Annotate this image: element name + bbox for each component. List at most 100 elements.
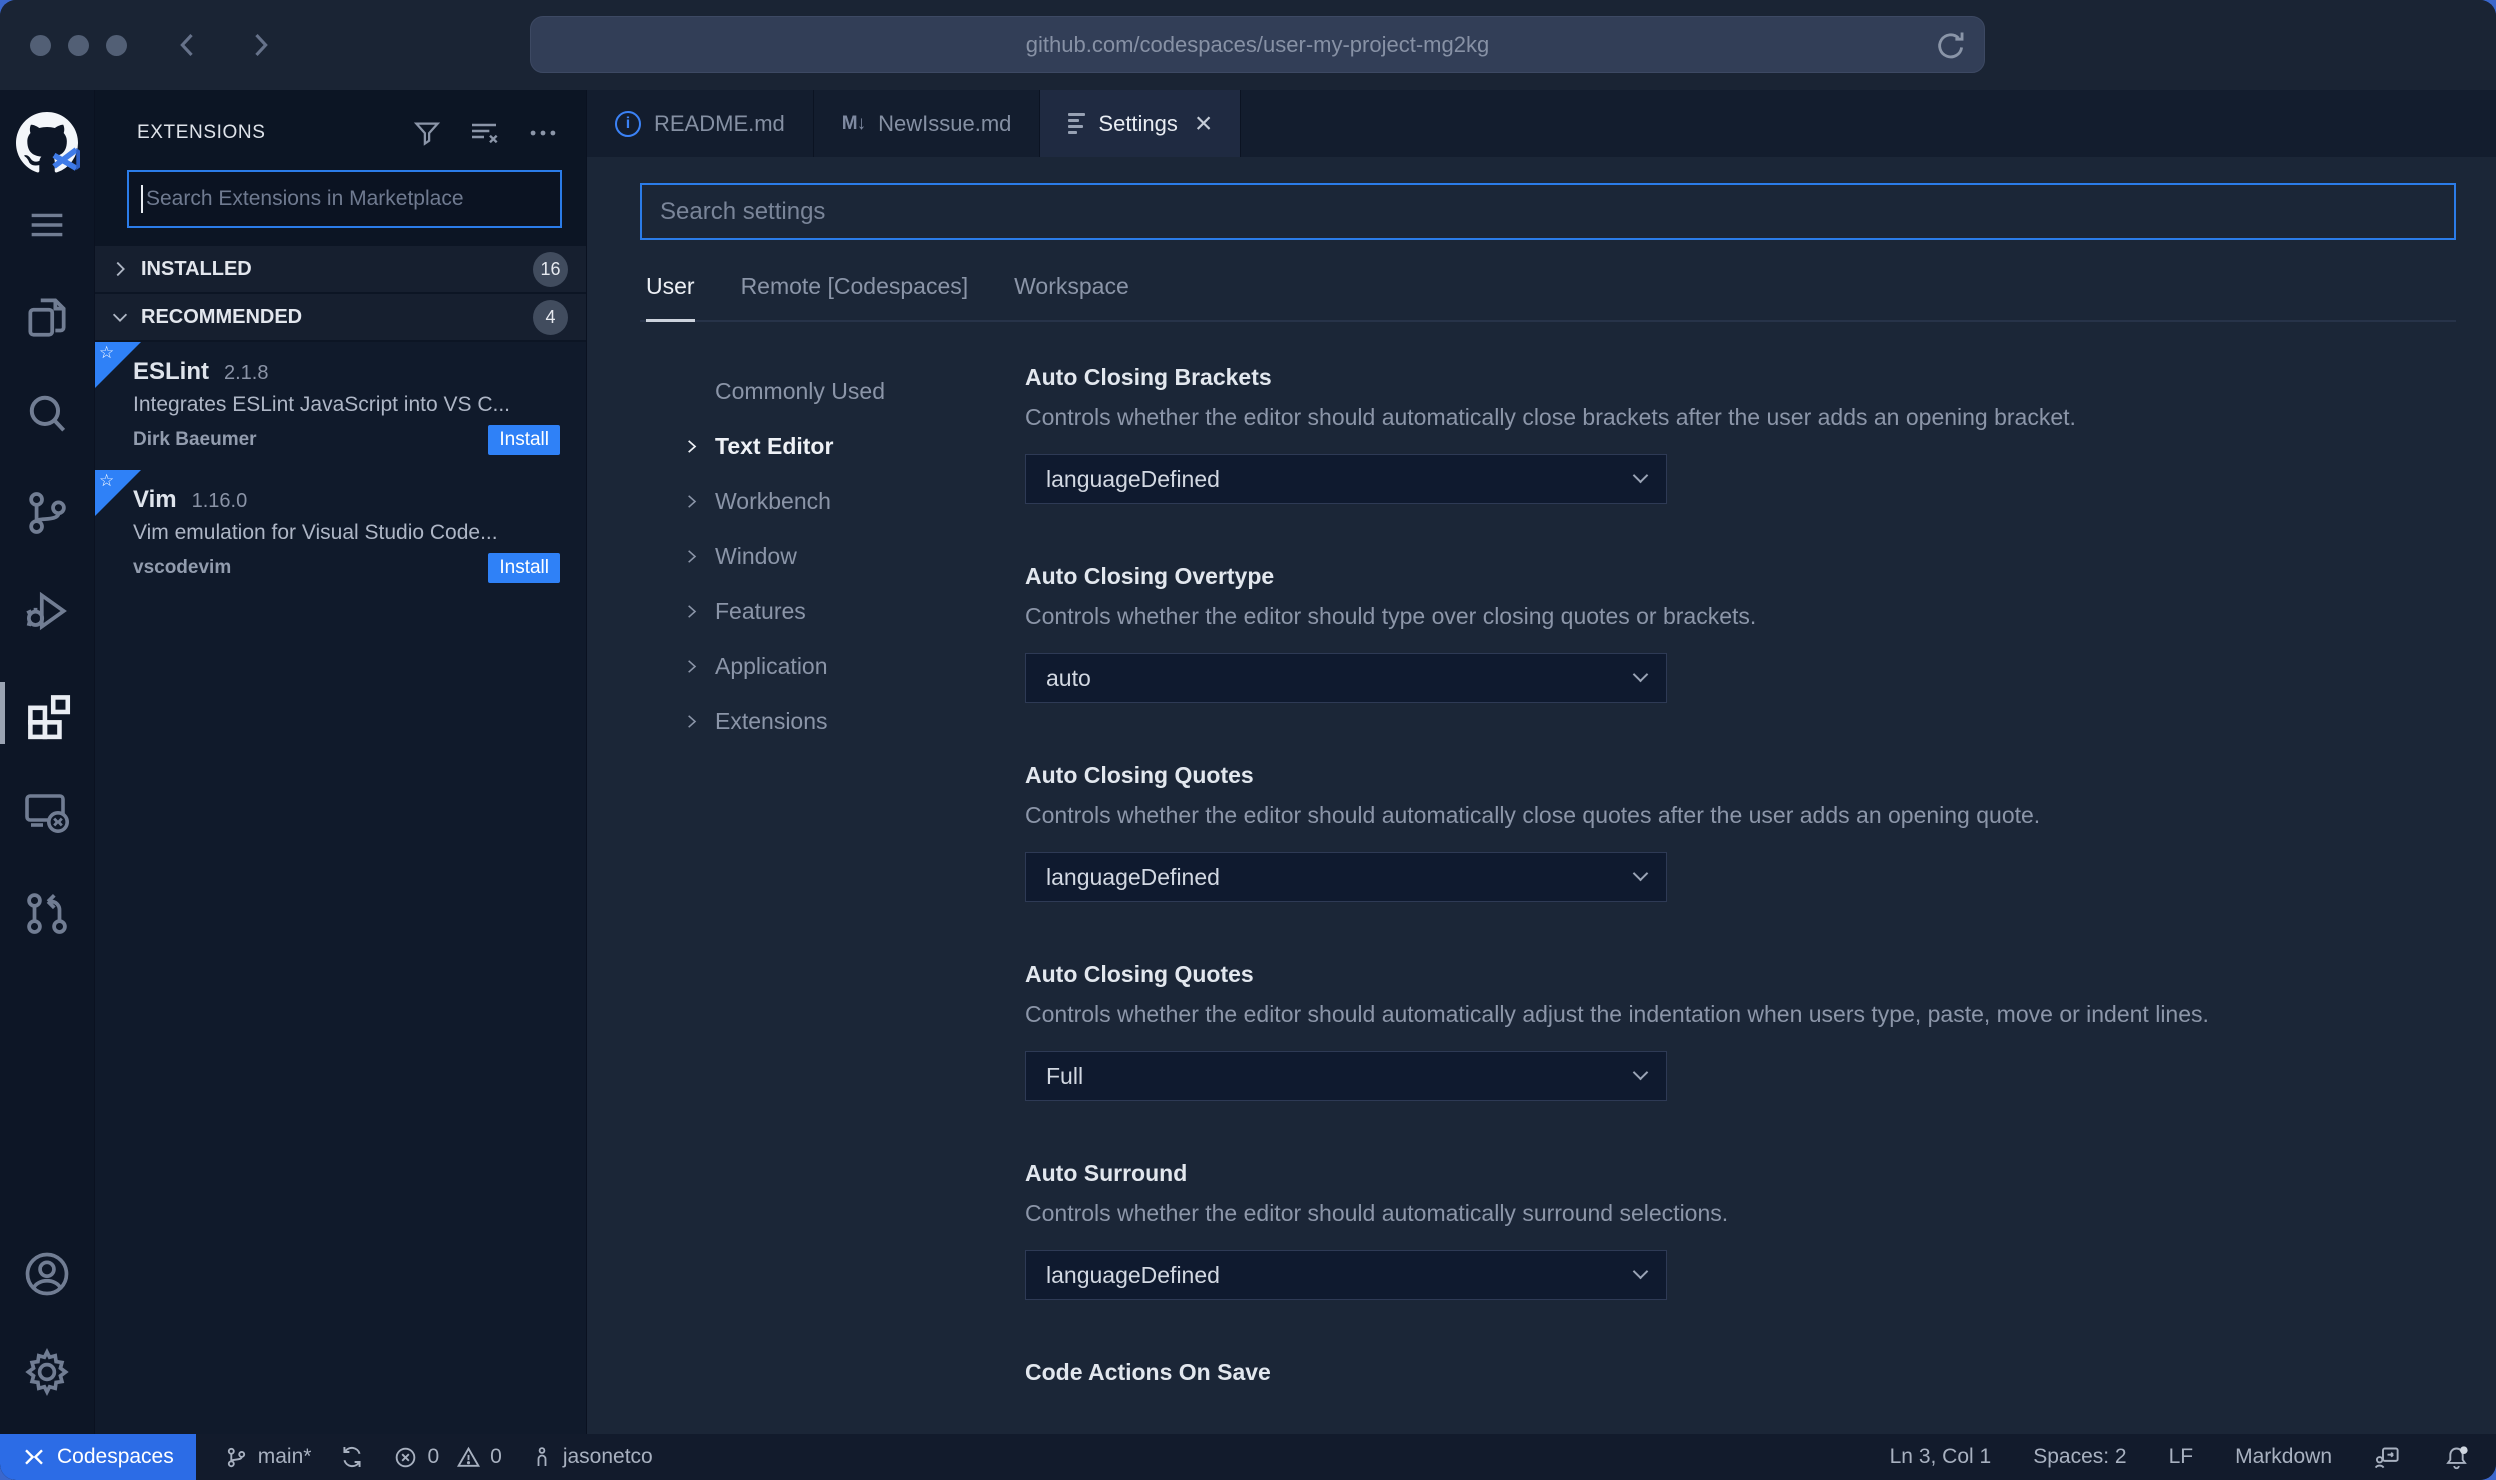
indentation-status[interactable]: Spaces: 2 <box>2033 1445 2126 1469</box>
settings-search-input[interactable] <box>640 183 2456 240</box>
tab-settings[interactable]: Settings × <box>1040 90 1242 157</box>
source-control-icon[interactable] <box>0 488 95 538</box>
extensions-sidebar: EXTENSIONS Search Extensions in Marketpl… <box>95 90 587 1434</box>
close-icon[interactable]: × <box>1195 108 1213 139</box>
github-codespaces-logo[interactable] <box>16 112 80 174</box>
feedback-button[interactable] <box>2374 1444 2401 1471</box>
setting-title: Auto Closing Overtype <box>1025 563 1275 589</box>
chevron-right-icon <box>683 548 700 565</box>
status-bar: Codespaces main* 0 0 jasonetco Ln 3, Col… <box>0 1434 2496 1480</box>
chevron-down-icon <box>1632 1064 1649 1081</box>
window-control-minimize[interactable] <box>68 34 89 56</box>
browser-window: github.com/codespaces/user-my-project-mg… <box>0 0 2496 1480</box>
notifications-button[interactable] <box>2443 1444 2470 1471</box>
address-bar[interactable]: github.com/codespaces/user-my-project-mg… <box>530 16 1985 73</box>
tab-label: Settings <box>1098 110 1178 136</box>
setting-dropdown-value: languageDefined <box>1046 863 1220 890</box>
setting-entry: Auto Closing Quotes Controls whether the… <box>1025 961 2456 1101</box>
install-button[interactable]: Install <box>488 425 560 455</box>
cursor-position[interactable]: Ln 3, Col 1 <box>1890 1445 1992 1469</box>
problems-status[interactable]: 0 0 <box>393 1445 502 1470</box>
setting-dropdown[interactable]: auto <box>1025 653 1667 703</box>
remote-explorer-icon[interactable] <box>0 786 95 838</box>
feedback-icon <box>2374 1447 2399 1468</box>
extension-description: Integrates ESLint JavaScript into VS C..… <box>133 393 511 416</box>
account-icon[interactable] <box>0 1248 95 1300</box>
extension-item-vim[interactable]: ☆ Vim 1.16.0 Vim emulation for Visual St… <box>95 470 586 598</box>
more-actions-icon[interactable] <box>526 116 560 150</box>
explorer-icon[interactable] <box>0 292 95 342</box>
chevron-right-icon <box>683 658 700 675</box>
tab-label: NewIssue.md <box>878 110 1012 136</box>
setting-dropdown[interactable]: languageDefined <box>1025 852 1667 902</box>
toc-item-workbench[interactable]: Workbench <box>683 474 1025 529</box>
chevron-down-icon <box>1632 666 1649 683</box>
setting-dropdown[interactable]: languageDefined <box>1025 454 1667 504</box>
settings-list: Auto Closing Brackets Controls whether t… <box>1025 364 2456 1434</box>
setting-entry: Auto Closing Overtype Controls whether t… <box>1025 563 2456 703</box>
toc-item-extensions[interactable]: Extensions <box>683 694 1025 749</box>
section-recommended[interactable]: RECOMMENDED 4 <box>95 294 586 340</box>
language-mode[interactable]: Markdown <box>2235 1445 2332 1469</box>
eol-status[interactable]: LF <box>2169 1445 2194 1469</box>
setting-description: Controls whether the editor should autom… <box>1025 802 2041 828</box>
chevron-down-icon <box>1632 467 1649 484</box>
section-installed[interactable]: INSTALLED 16 <box>95 246 586 292</box>
filter-icon[interactable] <box>412 118 442 148</box>
setting-title: Code Actions On Save <box>1025 1359 1271 1385</box>
scope-tab-remote[interactable]: Remote [Codespaces] <box>741 273 969 320</box>
warning-count: 0 <box>490 1445 502 1468</box>
setting-dropdown[interactable]: languageDefined <box>1025 1250 1667 1300</box>
setting-entry: Auto Closing Brackets Controls whether t… <box>1025 364 2456 504</box>
extension-name: ESLint <box>133 358 209 385</box>
setting-entry: Auto Surround Controls whether the edito… <box>1025 1160 2456 1300</box>
window-control-close[interactable] <box>30 34 51 56</box>
setting-title: Auto Closing Brackets <box>1025 364 1272 390</box>
settings-editor: User Remote [Codespaces] Workspace Commo… <box>587 157 2496 1434</box>
person-icon <box>537 1447 547 1466</box>
sync-status[interactable] <box>339 1444 365 1470</box>
codespaces-remote-button[interactable]: Codespaces <box>0 1434 196 1480</box>
run-debug-icon[interactable] <box>0 586 95 636</box>
setting-description: Controls whether the editor should autom… <box>1025 404 2076 430</box>
setting-dropdown[interactable]: Full <box>1025 1051 1667 1101</box>
clear-extensions-icon[interactable] <box>468 117 500 149</box>
back-icon[interactable] <box>171 28 205 62</box>
extension-item-eslint[interactable]: ☆ ESLint 2.1.8 Integrates ESLint JavaScr… <box>95 342 586 470</box>
window-control-zoom[interactable] <box>106 34 127 56</box>
scope-tab-user[interactable]: User <box>646 273 695 322</box>
chevron-down-icon <box>1632 865 1649 882</box>
chevron-right-icon <box>109 258 131 280</box>
reload-icon[interactable] <box>1934 29 1968 63</box>
toc-item-application[interactable]: Application <box>683 639 1025 694</box>
scope-tab-workspace[interactable]: Workspace <box>1014 273 1129 320</box>
recommended-count-badge: 4 <box>533 299 568 335</box>
tab-readme[interactable]: i README.md <box>587 90 814 157</box>
pull-request-icon[interactable] <box>0 888 95 938</box>
chevron-down-icon <box>109 306 131 328</box>
markdown-icon: M↓ <box>841 112 866 134</box>
toc-item-text-editor[interactable]: Text Editor <box>683 419 1025 474</box>
settings-gear-icon[interactable] <box>0 1346 95 1398</box>
branch-status[interactable]: main* <box>224 1445 311 1470</box>
toc-item-features[interactable]: Features <box>683 584 1025 639</box>
extensions-search-input[interactable]: Search Extensions in Marketplace <box>127 170 562 228</box>
extensions-icon[interactable] <box>0 682 95 744</box>
info-icon: i <box>615 110 641 137</box>
user-status[interactable]: jasonetco <box>530 1445 653 1469</box>
chevron-right-icon <box>683 603 700 620</box>
install-button[interactable]: Install <box>488 553 560 583</box>
tab-bar: i README.md M↓ NewIssue.md Settings × <box>587 90 2496 157</box>
toc-item-window[interactable]: Window <box>683 529 1025 584</box>
setting-entry: Auto Closing Quotes Controls whether the… <box>1025 762 2456 902</box>
search-icon[interactable] <box>0 390 95 440</box>
extension-publisher: Dirk Baeumer <box>133 429 257 450</box>
tab-newissue[interactable]: M↓ NewIssue.md <box>814 90 1041 157</box>
window-controls <box>30 34 127 56</box>
git-branch-icon <box>227 1447 245 1467</box>
forward-icon[interactable] <box>243 28 277 62</box>
toc-item-commonly-used[interactable]: Commonly Used <box>683 364 1025 419</box>
error-icon <box>396 1447 416 1467</box>
setting-entry: Code Actions On Save <box>1025 1359 2456 1386</box>
menu-icon[interactable] <box>0 202 95 248</box>
